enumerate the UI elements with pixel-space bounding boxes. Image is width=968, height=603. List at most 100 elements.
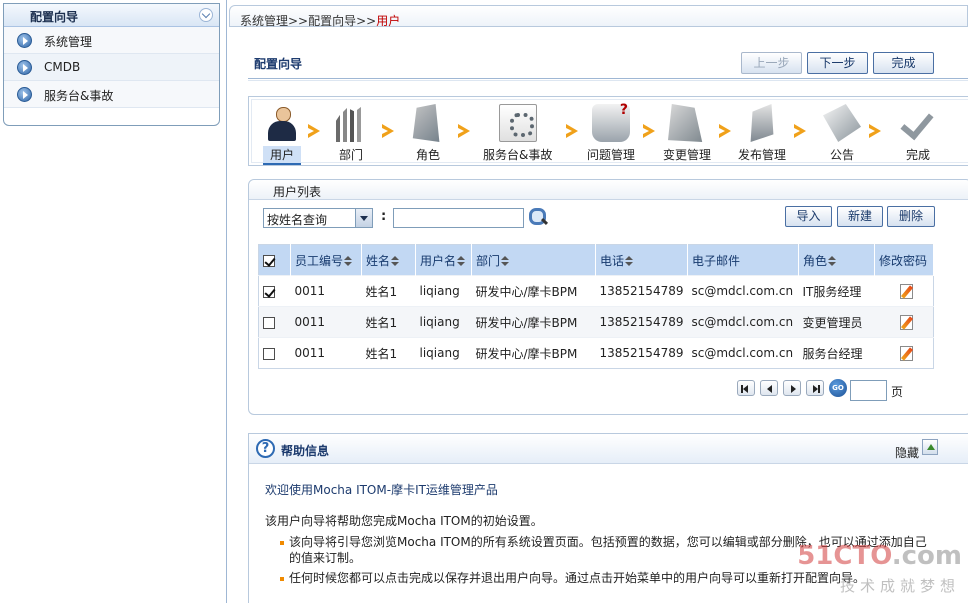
col-department[interactable]: 部门 — [471, 244, 596, 276]
sort-icon[interactable] — [457, 256, 466, 266]
step-label: 问题管理 — [587, 148, 636, 162]
step-change[interactable]: 变更管理 — [663, 104, 711, 163]
row-checkbox[interactable] — [263, 347, 275, 360]
arrow-right-icon — [794, 124, 806, 138]
arrow-circle-icon — [17, 87, 32, 102]
notice-icon — [823, 104, 861, 142]
step-service-desk[interactable]: 服务台&事故 — [483, 104, 552, 163]
nav-title: 配置向导 — [30, 10, 79, 24]
cell-role: 变更管理员 — [798, 306, 875, 338]
user-table: 员工编号 姓名 用户名 部门 电话 电子邮件 角色 修改密码 0011 姓名1 … — [258, 244, 934, 369]
sidebar-item-cmdb[interactable]: CMDB — [4, 54, 219, 81]
collapse-icon[interactable] — [199, 8, 213, 22]
next-page-icon[interactable] — [783, 380, 801, 396]
divider — [248, 80, 968, 81]
user-list-tab-label: 用户列表 — [273, 185, 322, 199]
table-header-row: 员工编号 姓名 用户名 部门 电话 电子邮件 角色 修改密码 — [258, 244, 934, 276]
cell-name: 姓名1 — [361, 306, 416, 338]
select-all-checkbox[interactable] — [263, 254, 275, 267]
step-label: 角色 — [415, 148, 440, 162]
import-button[interactable]: 导入 — [785, 206, 832, 227]
row-select-cell — [258, 275, 291, 307]
query-colon: : — [381, 209, 387, 224]
row-checkbox[interactable] — [263, 285, 275, 298]
nav-header[interactable]: 配置向导 — [4, 4, 219, 27]
table-row[interactable]: 0011 姓名1 liqiang 研发中心/摩卡BPM 13852154789 … — [258, 306, 934, 338]
col-label: 角色 — [803, 253, 828, 268]
cell-phone: 13852154789 — [595, 275, 688, 307]
col-label: 用户名 — [420, 253, 457, 268]
last-page-icon[interactable] — [806, 380, 824, 396]
arrow-right-icon — [719, 124, 731, 138]
prev-page-icon[interactable] — [760, 380, 778, 396]
table-row[interactable]: 0011 姓名1 liqiang 研发中心/摩卡BPM 13852154789 … — [258, 337, 934, 369]
row-select-cell — [258, 306, 291, 338]
sort-icon[interactable] — [828, 256, 837, 266]
cell-employee-id: 0011 — [290, 306, 362, 338]
delete-button[interactable]: 删除 — [887, 206, 935, 227]
arrow-circle-icon — [17, 60, 32, 75]
col-username[interactable]: 用户名 — [415, 244, 472, 276]
edit-icon[interactable] — [899, 283, 915, 299]
breadcrumb: 系统管理>>配置向导>>用户 — [229, 5, 968, 28]
cell-email: sc@mdcl.com.cn — [687, 306, 799, 338]
sidebar-item-label: 服务台&事故 — [44, 89, 114, 103]
step-user[interactable]: 用户 — [263, 104, 301, 165]
page-number-input[interactable] — [850, 380, 887, 401]
col-label: 修改密码 — [879, 253, 928, 268]
sidebar-item-system-management[interactable]: 系统管理 — [4, 27, 219, 54]
hide-help-link[interactable]: 隐藏 — [895, 444, 919, 461]
help-icon: ? — [256, 439, 275, 458]
new-user-button[interactable]: 新建 — [837, 206, 883, 227]
sort-icon[interactable] — [625, 256, 634, 266]
user-list-tab[interactable]: 用户列表 — [249, 180, 968, 200]
col-change-password: 修改密码 — [874, 244, 934, 276]
col-name[interactable]: 姓名 — [361, 244, 416, 276]
cell-department: 研发中心/摩卡BPM — [471, 337, 596, 369]
col-phone[interactable]: 电话 — [595, 244, 688, 276]
sort-icon[interactable] — [391, 256, 400, 266]
go-page-button[interactable]: GO — [829, 379, 847, 397]
step-notice[interactable]: 公告 — [823, 104, 861, 163]
first-page-icon[interactable] — [737, 380, 755, 396]
sort-icon[interactable] — [344, 256, 353, 266]
table-row[interactable]: 0011 姓名1 liqiang 研发中心/摩卡BPM 13852154789 … — [258, 275, 934, 307]
col-role[interactable]: 角色 — [798, 244, 875, 276]
step-release[interactable]: 发布管理 — [738, 104, 786, 163]
finish-button[interactable]: 完成 — [873, 52, 934, 74]
step-label: 服务台&事故 — [483, 148, 553, 162]
search-input[interactable] — [393, 208, 524, 228]
chevron-down-icon[interactable] — [355, 209, 372, 227]
step-problem[interactable]: 问题管理 — [587, 102, 636, 163]
row-checkbox[interactable] — [263, 316, 275, 329]
step-role[interactable]: 角色 — [409, 104, 447, 163]
col-employee-id[interactable]: 员工编号 — [290, 244, 362, 276]
cell-department: 研发中心/摩卡BPM — [471, 275, 596, 307]
cell-email: sc@mdcl.com.cn — [687, 337, 799, 369]
sort-icon[interactable] — [501, 256, 510, 266]
arrow-right-icon — [566, 124, 578, 138]
cell-username: liqiang — [415, 337, 472, 369]
help-title: 帮助信息 — [281, 444, 330, 458]
help-intro: 该用户向导将帮助您完成Mocha ITOM的初始设置。 — [265, 514, 543, 528]
edit-icon[interactable] — [899, 345, 915, 361]
arrow-right-icon — [382, 124, 394, 138]
cell-name: 姓名1 — [361, 337, 416, 369]
step-department[interactable]: 部门 — [332, 104, 370, 163]
step-finish[interactable]: 完成 — [899, 104, 937, 163]
search-icon[interactable] — [528, 207, 548, 227]
wizard-steps-inner: 用户 部门 角色 服务台&事故 问题管理 — [251, 99, 968, 165]
edit-icon[interactable] — [899, 314, 915, 330]
next-step-button[interactable]: 下一步 — [807, 52, 868, 74]
arrow-right-icon — [869, 124, 881, 138]
sidebar-item-label: CMDB — [44, 60, 81, 74]
service-desk-icon — [498, 104, 537, 142]
sidebar-item-service-desk[interactable]: 服务台&事故 — [4, 81, 219, 108]
step-label: 发布管理 — [738, 148, 787, 162]
collapse-panel-icon[interactable] — [922, 439, 938, 455]
breadcrumb-path: 系统管理>>配置向导>> — [240, 14, 377, 28]
checkmark-icon — [899, 104, 937, 142]
prev-step-button[interactable]: 上一步 — [741, 52, 802, 74]
select-all-header — [258, 244, 291, 276]
query-type-select[interactable]: 按姓名查询 — [263, 208, 373, 228]
